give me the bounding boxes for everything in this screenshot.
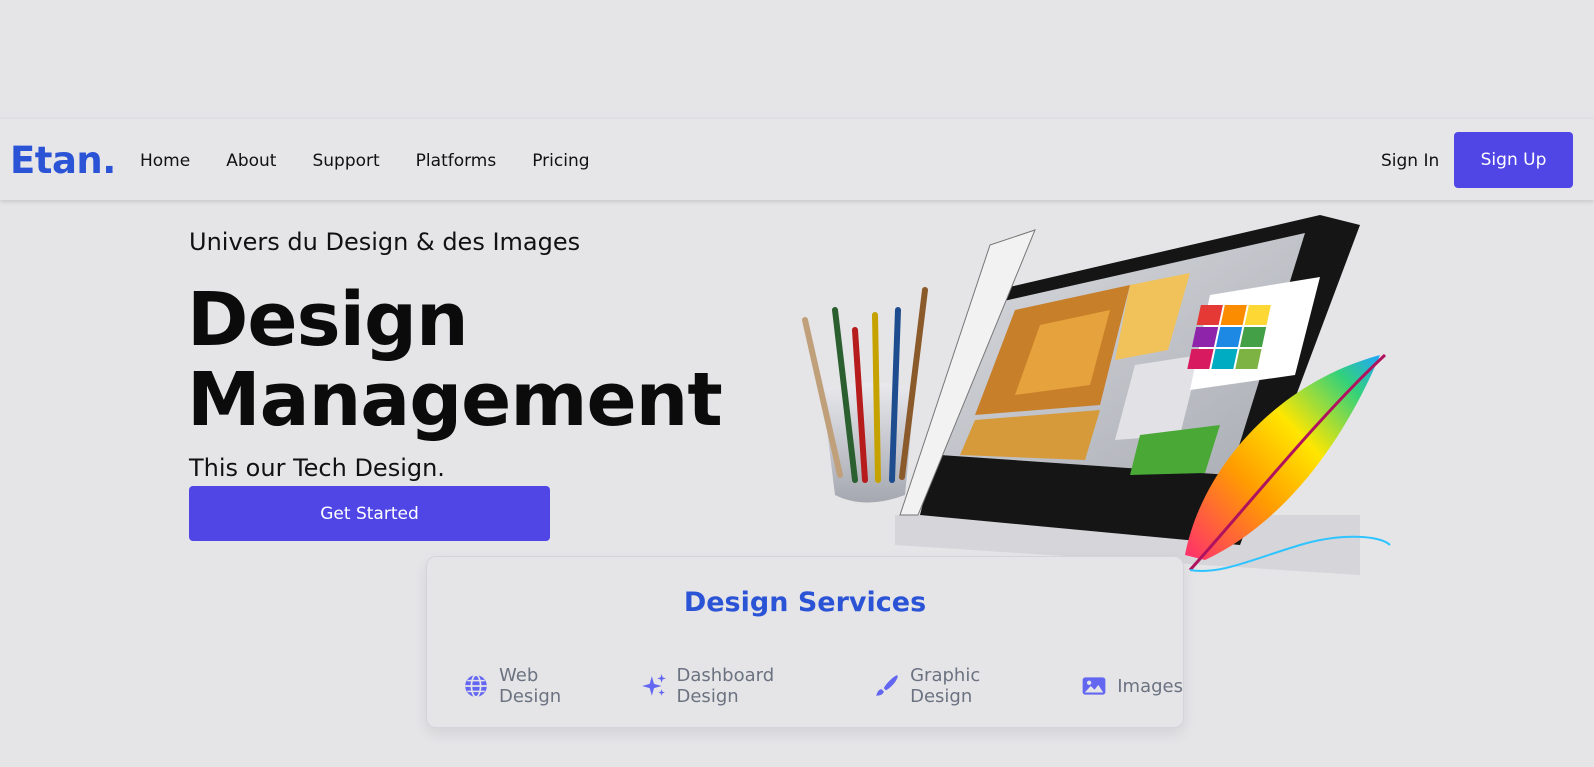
services-list: Web Design Dashboard Design Graphic Desi… <box>463 665 1183 707</box>
services-title: Design Services <box>683 587 927 618</box>
service-graphic-design[interactable]: Graphic Design <box>874 665 1041 707</box>
main-nav: Home About Support Platforms Pricing <box>140 151 626 171</box>
get-started-button[interactable]: Get Started <box>189 486 550 541</box>
hero-title: Design Management <box>187 277 723 443</box>
service-label: Web Design <box>499 665 562 707</box>
nav-item-support[interactable]: Support <box>312 151 379 171</box>
nav-item-home[interactable]: Home <box>140 151 190 171</box>
paintbrush-icon <box>874 673 900 699</box>
navbar: Etan. Home About Support Platforms Prici… <box>0 118 1594 200</box>
image-icon <box>1081 673 1107 699</box>
service-label: Dashboard Design <box>676 665 775 707</box>
design-services-card: Design Services Web Design Dashboard Des… <box>426 556 1184 728</box>
nav-item-about[interactable]: About <box>226 151 276 171</box>
hero-title-line2: Management <box>187 357 723 443</box>
sign-in-link[interactable]: Sign In <box>1381 151 1439 171</box>
nav-item-pricing[interactable]: Pricing <box>532 151 589 171</box>
service-dashboard-design[interactable]: Dashboard Design <box>641 665 835 707</box>
nav-item-platforms[interactable]: Platforms <box>416 151 497 171</box>
sparkles-icon <box>641 673 667 699</box>
globe-icon <box>463 673 489 699</box>
service-label: Images <box>1117 675 1184 697</box>
sign-up-button[interactable]: Sign Up <box>1454 132 1573 188</box>
brand-logo[interactable]: Etan. <box>10 139 116 182</box>
service-images[interactable]: Images <box>1081 673 1183 699</box>
hero-illustration <box>802 215 1391 575</box>
hero-title-line1: Design <box>187 277 469 363</box>
hero-subtitle: Univers du Design & des Images <box>189 228 581 256</box>
service-label: Graphic Design <box>910 665 981 707</box>
service-web-design[interactable]: Web Design <box>463 665 601 707</box>
hero-description: This our Tech Design. <box>189 454 445 482</box>
